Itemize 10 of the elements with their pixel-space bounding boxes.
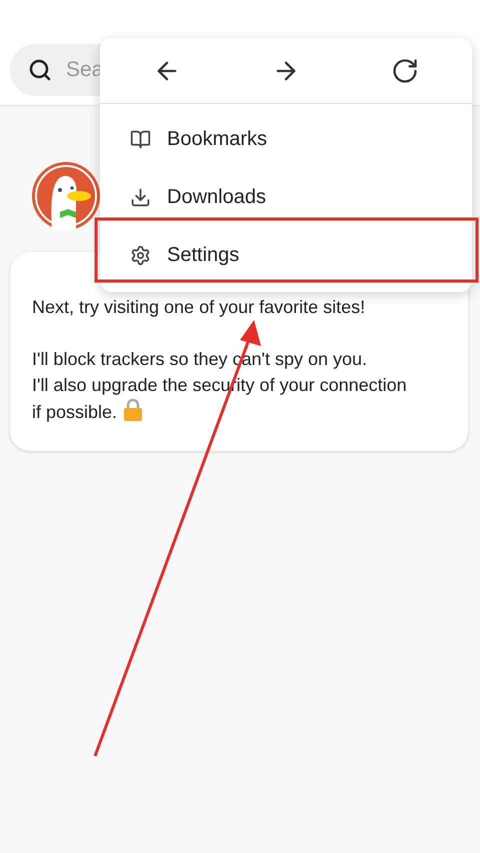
- menu-item[interactable]: Bookmarks: [100, 110, 472, 168]
- settings-icon: [130, 244, 151, 266]
- menu-item[interactable]: Downloads: [100, 168, 472, 226]
- lock-icon: [123, 398, 144, 422]
- book-icon: [130, 128, 151, 150]
- search-icon: [28, 58, 52, 82]
- reload-icon: [390, 56, 419, 84]
- download-icon: [130, 186, 151, 208]
- message-text: Next, try visiting one of your favorite sites!: [32, 296, 366, 319]
- menu-item[interactable]: Settings: [100, 226, 472, 284]
